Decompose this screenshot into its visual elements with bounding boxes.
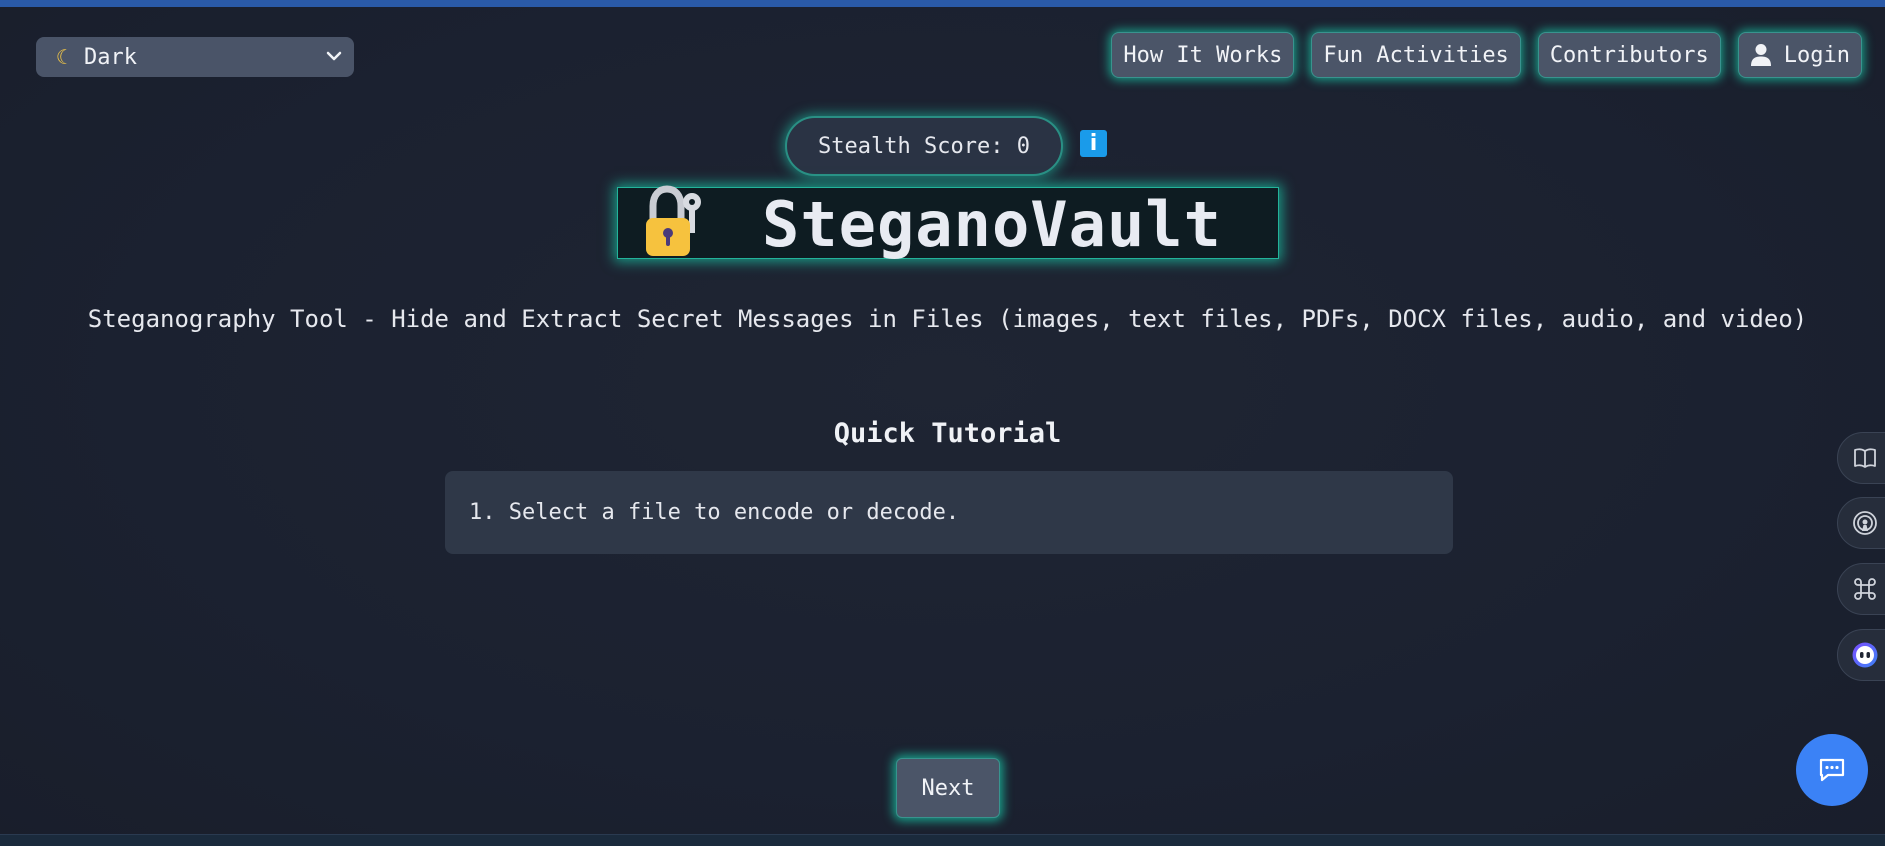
browser-top-strip — [0, 0, 1885, 7]
tutorial-step-text: 1. Select a file to encode or decode. — [469, 500, 960, 525]
nav-label: Login — [1783, 42, 1850, 68]
side-tool-assistant[interactable] — [1837, 629, 1885, 681]
moon-icon: ☾ — [56, 45, 69, 69]
tutorial-heading: Quick Tutorial — [833, 418, 1062, 449]
side-tool-book[interactable] — [1837, 432, 1885, 484]
chat-bubble-icon — [1819, 758, 1845, 782]
lock-with-key-icon — [646, 185, 701, 256]
side-tool-broadcast[interactable] — [1837, 497, 1885, 549]
next-button[interactable]: Next — [896, 758, 1000, 818]
how-it-works-button[interactable]: How It Works — [1111, 32, 1295, 78]
brand-banner: SteganoVault — [617, 185, 1279, 261]
nav-label: Fun Activities — [1323, 42, 1509, 68]
app-subtitle: Steganography Tool - Hide and Extract Se… — [87, 305, 1808, 333]
browser-bottom-strip — [0, 834, 1885, 846]
nav-label: How It Works — [1123, 42, 1283, 68]
book-icon — [1854, 448, 1876, 468]
contributors-button[interactable]: Contributors — [1537, 32, 1721, 78]
tutorial-step-card: 1. Select a file to encode or decode. — [445, 471, 1453, 554]
user-icon — [1750, 44, 1771, 66]
command-icon — [1854, 578, 1876, 600]
stealth-score-badge: Stealth Score: 0 — [785, 116, 1063, 176]
chevron-down-icon — [326, 51, 342, 61]
fun-activities-button[interactable]: Fun Activities — [1311, 32, 1521, 78]
info-button[interactable]: i — [1080, 130, 1107, 157]
broadcast-icon — [1853, 511, 1877, 535]
info-icon: i — [1089, 131, 1098, 156]
page: ☾ Dark How It Works Fun Activities Contr… — [0, 0, 1885, 846]
theme-select-value: Dark — [84, 44, 138, 70]
login-button[interactable]: Login — [1737, 32, 1862, 78]
top-nav: How It Works Fun Activities Contributors… — [1111, 32, 1862, 78]
next-label: Next — [921, 775, 975, 801]
theme-select[interactable]: ☾ Dark — [36, 37, 354, 77]
side-tool-command[interactable] — [1837, 563, 1885, 615]
assistant-bot-icon — [1852, 642, 1878, 668]
app-title: SteganoVault — [762, 187, 1222, 261]
stealth-score-label: Stealth Score: 0 — [818, 133, 1030, 159]
nav-label: Contributors — [1549, 42, 1709, 68]
chat-button[interactable] — [1796, 734, 1868, 806]
